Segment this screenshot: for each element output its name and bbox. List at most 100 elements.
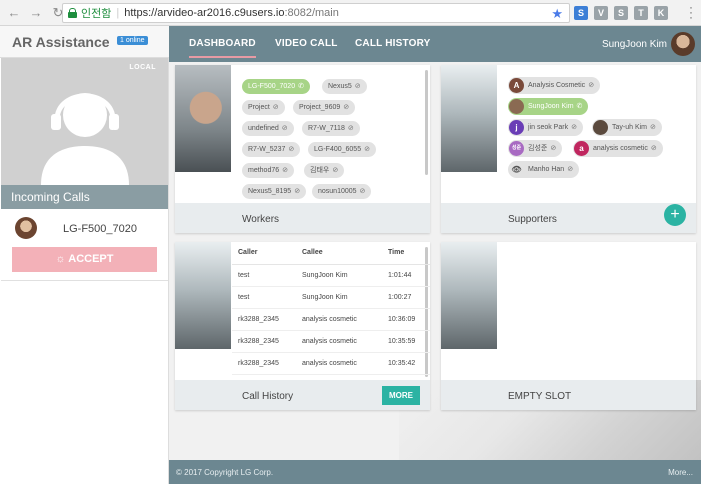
worker-chip-label: Project	[248, 104, 270, 111]
empty-slot-card: EMPTY SLOT	[441, 242, 696, 410]
worker-chip[interactable]: Project_9609 ⊘	[293, 100, 356, 115]
time-cell: 10:35:42	[382, 352, 430, 375]
supporter-chip-label: Manho Han	[528, 166, 565, 173]
lock-icon	[68, 8, 77, 18]
phone-off-icon: ⊘	[650, 145, 657, 152]
worker-chip[interactable]: LG-F400_6055 ⊘	[308, 142, 376, 157]
table-row[interactable]: test SungJoon Kim 1:00:27	[232, 286, 430, 309]
supporters-card-photo	[441, 65, 497, 172]
worker-chip-label: R7-W_5237	[248, 146, 286, 153]
empty-slot-card-photo	[441, 242, 497, 349]
supporter-chip[interactable]: Tay-uh Kim ⊘	[592, 119, 662, 136]
supporter-avatar: A	[509, 78, 524, 93]
supporter-avatar: j	[509, 120, 524, 135]
column-header: Callee	[296, 242, 382, 265]
supporter-chip-label: Tay-uh Kim	[612, 124, 648, 131]
phone-off-icon: ⊘	[567, 166, 574, 173]
extension-k-icon[interactable]: K	[654, 6, 668, 20]
worker-chip-label: 김태우	[310, 167, 330, 174]
tab-call-history[interactable]: CALL HISTORY	[355, 38, 431, 49]
phone-off-icon: ⊘	[354, 83, 361, 90]
star-icon[interactable]: ★	[551, 6, 563, 22]
phone-off-icon: ⊘	[359, 188, 366, 195]
worker-chip[interactable]: 김태우 ⊘	[304, 163, 345, 178]
extension-v-icon[interactable]: V	[594, 6, 608, 20]
more-button[interactable]: MORE	[382, 386, 420, 405]
worker-chip[interactable]: nosun10005 ⊘	[312, 184, 372, 199]
worker-chip-label: method76	[248, 167, 280, 174]
caller-cell: rk3288_2345	[232, 330, 296, 353]
supporter-chip-label: jin seok Park	[528, 124, 569, 131]
extension-s-gray-icon[interactable]: S	[614, 6, 628, 20]
table-row[interactable]: rk3288_2345 analysis cosmetic 10:36:09	[232, 308, 430, 331]
supporter-chip-label: 김성준	[528, 145, 548, 152]
accept-glow-icon: ☼	[55, 253, 69, 265]
worker-chip[interactable]: LG-F500_7020 ✆	[242, 79, 310, 94]
table-row[interactable]: test SungJoon Kim 1:01:44	[232, 264, 430, 287]
empty-slot-card-footer: EMPTY SLOT	[441, 380, 696, 410]
copyright-text: © 2017 Copyright LG Corp.	[176, 468, 274, 477]
table-row[interactable]: rk3288_2345 analysis cosmetic 10:35:59	[232, 330, 430, 353]
supporter-chip[interactable]: 성준 김성준 ⊘	[508, 140, 563, 157]
incoming-calls-header: Incoming Calls	[1, 185, 168, 209]
phone-off-icon: ⊘	[364, 146, 370, 153]
arrow-right-icon[interactable]: →	[28, 5, 44, 21]
supporter-chip[interactable]: a analysis cosmetic ⊘	[573, 140, 663, 157]
user-avatar[interactable]	[671, 32, 695, 56]
address-separator: |	[116, 7, 120, 19]
tab-video-call[interactable]: VIDEO CALL	[275, 38, 338, 49]
kebab-menu-icon[interactable]: · · ·	[689, 1, 693, 23]
time-cell: 1:00:27	[382, 286, 430, 309]
worker-chip-label: undefined	[248, 125, 279, 132]
dashboard: LG-F500_7020 ✆ Nexus5 ⊘ Project ⊘ Project_9…	[169, 62, 701, 460]
tab-dashboard[interactable]: DASHBOARD	[189, 38, 256, 58]
worker-chip[interactable]: undefined ⊘	[242, 121, 294, 136]
add-supporter-button[interactable]: +	[664, 204, 686, 226]
callee-cell: analysis cosmetic	[296, 352, 382, 375]
secure-label: 인전함	[81, 8, 112, 20]
phone-icon: ✆	[576, 103, 583, 110]
extension-t-icon[interactable]: T	[634, 6, 648, 20]
worker-chip[interactable]: Nexus5 ⊘	[322, 79, 367, 94]
table-header-row: Caller Callee Time	[232, 242, 430, 265]
callee-cell: analysis cosmetic	[296, 330, 382, 353]
callee-cell: SungJoon Kim	[296, 264, 382, 287]
phone-off-icon: ⊘	[272, 104, 279, 111]
workers-title: Workers	[242, 214, 280, 225]
supporter-avatar	[509, 99, 524, 114]
caller-cell: test	[232, 286, 296, 309]
accept-button[interactable]: ☼ ACCEPT	[12, 247, 157, 272]
worker-chip[interactable]: Nexus5_8195 ⊘	[242, 184, 307, 199]
time-cell: 10:35:59	[382, 330, 430, 353]
supporters-card-footer: Supporters +	[441, 203, 696, 233]
time-cell: 10:36:09	[382, 308, 430, 331]
more-link[interactable]: More...	[668, 468, 693, 477]
worker-chip[interactable]: Project ⊘	[242, 100, 285, 115]
incoming-call-item[interactable]: LG-F500_7020	[1, 209, 168, 249]
arrow-left-icon[interactable]: ←	[6, 5, 22, 21]
call-history-title: Call History	[242, 391, 294, 402]
call-history-card-photo	[175, 242, 231, 349]
extension-s-icon[interactable]: S	[574, 6, 588, 20]
supporter-chip[interactable]: 👁 Manho Han ⊘	[508, 161, 580, 178]
supporter-chip[interactable]: A Analysis Cosmetic ⊘	[508, 77, 601, 94]
table-row[interactable]: rk3288_2345 analysis cosmetic 10:35:42	[232, 352, 430, 375]
sidebar-divider	[1, 280, 168, 281]
worker-chip[interactable]: method76 ⊘	[242, 163, 295, 178]
user-name[interactable]: SungJoon Kim	[602, 39, 667, 50]
workers-scrollbar[interactable]	[425, 70, 428, 175]
worker-chip[interactable]: R7-W_5237 ⊘	[242, 142, 301, 157]
time-cell: 1:01:44	[382, 264, 430, 287]
call-history-table: Caller Callee Time test SungJoon Kim 1:01:…	[232, 242, 430, 375]
worker-chip-label: Nexus5_8195	[248, 188, 292, 195]
callee-cell: SungJoon Kim	[296, 286, 382, 309]
url-host: https://arvideo-ar2016.c9users.io	[124, 7, 285, 19]
phone-off-icon: ⊘	[343, 104, 350, 111]
phone-off-icon: ⊘	[550, 145, 557, 152]
supporter-chip[interactable]: j jin seok Park ⊘	[508, 119, 583, 136]
supporter-chip-label: Analysis Cosmetic	[528, 82, 586, 89]
worker-chip[interactable]: R7-W_7118 ⊘	[302, 121, 360, 136]
supporters-title: Supporters	[508, 214, 557, 225]
address-bar[interactable]: 인전함 | https://arvideo-ar2016.c9users.io:…	[62, 3, 570, 23]
supporter-chip[interactable]: SungJoon Kim ✆	[508, 98, 589, 115]
